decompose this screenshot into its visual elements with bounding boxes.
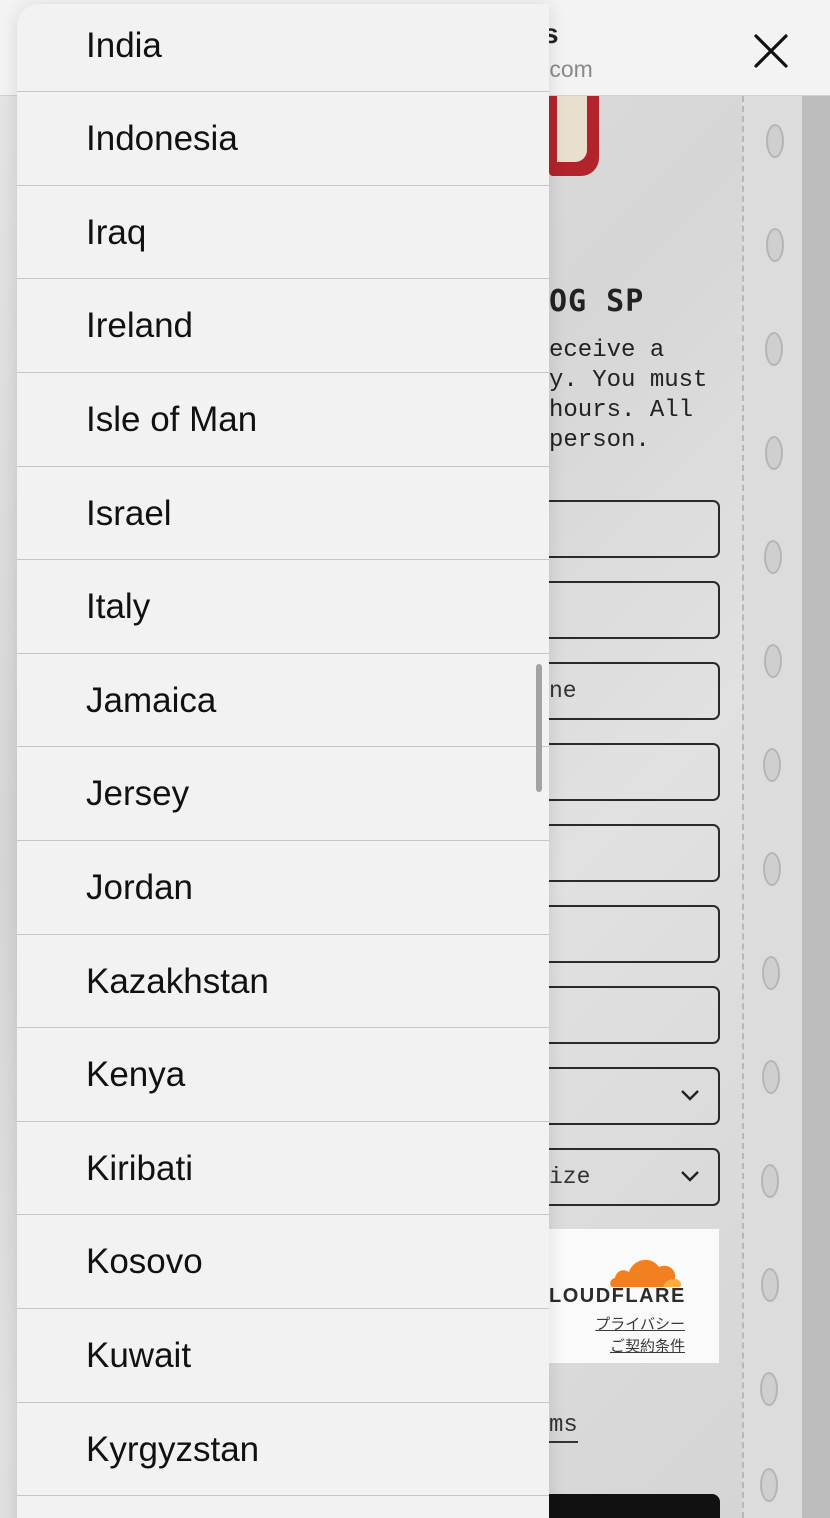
scrollbar-thumb[interactable] xyxy=(536,664,542,792)
perforation-hole xyxy=(764,540,782,574)
chevron-down-icon xyxy=(681,1171,699,1182)
perforation-hole xyxy=(765,436,783,470)
form-field[interactable] xyxy=(549,581,720,639)
country-option-iraq[interactable]: Iraq xyxy=(17,186,549,280)
close-button[interactable] xyxy=(748,28,794,74)
perforation-hole xyxy=(761,1268,779,1302)
perforated-strip xyxy=(742,96,802,1518)
country-option-kazakhstan[interactable]: Kazakhstan xyxy=(17,935,549,1029)
perforation-hole xyxy=(761,1164,779,1198)
submit-button[interactable] xyxy=(549,1494,720,1518)
country-option-kiribati[interactable]: Kiribati xyxy=(17,1122,549,1216)
cloudflare-logo-icon xyxy=(610,1259,682,1287)
form-field[interactable] xyxy=(549,905,720,963)
form-field[interactable] xyxy=(549,824,720,882)
cloudflare-captcha[interactable]: LOUDFLARE プライバシー ご契約条件 xyxy=(549,1229,719,1363)
close-icon xyxy=(754,34,788,68)
country-option-italy[interactable]: Italy xyxy=(17,560,549,654)
form-field[interactable] xyxy=(549,986,720,1044)
country-option-kyrgyzstan[interactable]: Kyrgyzstan xyxy=(17,1403,549,1497)
form-heading: OG SP xyxy=(549,284,645,319)
chevron-down-icon xyxy=(681,1090,699,1101)
country-select[interactable] xyxy=(549,1067,720,1125)
perforation-hole xyxy=(765,332,783,366)
country-option-kosovo[interactable]: Kosovo xyxy=(17,1215,549,1309)
perforation-hole xyxy=(763,852,781,886)
privacy-link[interactable]: プライバシー xyxy=(595,1313,685,1334)
form-field[interactable] xyxy=(549,743,720,801)
perforation-hole xyxy=(764,644,782,678)
country-picker-list[interactable]: India Indonesia Iraq Ireland Isle of Man… xyxy=(17,4,549,1518)
perforation-hole xyxy=(762,1060,780,1094)
last-name-field[interactable]: ne xyxy=(549,662,720,720)
form-description: eceive a y. You must hours. All person. xyxy=(549,337,708,454)
perforation-hole xyxy=(760,1372,778,1406)
sneaker-highlight xyxy=(557,96,587,162)
country-option-kenya[interactable]: Kenya xyxy=(17,1028,549,1122)
page-edge xyxy=(802,96,830,1518)
perforation-hole xyxy=(766,228,784,262)
perforation-hole xyxy=(760,1468,778,1502)
country-option-jordan[interactable]: Jordan xyxy=(17,841,549,935)
country-option-kuwait[interactable]: Kuwait xyxy=(17,1309,549,1403)
terms-of-service-link[interactable]: ご契約条件 xyxy=(610,1335,685,1356)
country-option-ireland[interactable]: Ireland xyxy=(17,279,549,373)
country-option-jersey[interactable]: Jersey xyxy=(17,747,549,841)
product-image xyxy=(549,96,605,180)
country-option-indonesia[interactable]: Indonesia xyxy=(17,92,549,186)
terms-link[interactable]: ms xyxy=(549,1412,578,1443)
form-field[interactable] xyxy=(549,500,720,558)
country-option-isle-of-man[interactable]: Isle of Man xyxy=(17,373,549,467)
perforation-hole xyxy=(766,124,784,158)
cloudflare-wordmark: LOUDFLARE xyxy=(549,1285,686,1307)
site-domain: .com xyxy=(543,56,593,82)
perforation-hole xyxy=(763,748,781,782)
country-option-india[interactable]: India xyxy=(17,4,549,98)
country-option-jamaica[interactable]: Jamaica xyxy=(17,654,549,748)
country-option-next[interactable] xyxy=(17,1496,549,1518)
perforation-hole xyxy=(762,956,780,990)
country-option-israel[interactable]: Israel xyxy=(17,467,549,561)
size-select[interactable]: ize xyxy=(549,1148,720,1206)
